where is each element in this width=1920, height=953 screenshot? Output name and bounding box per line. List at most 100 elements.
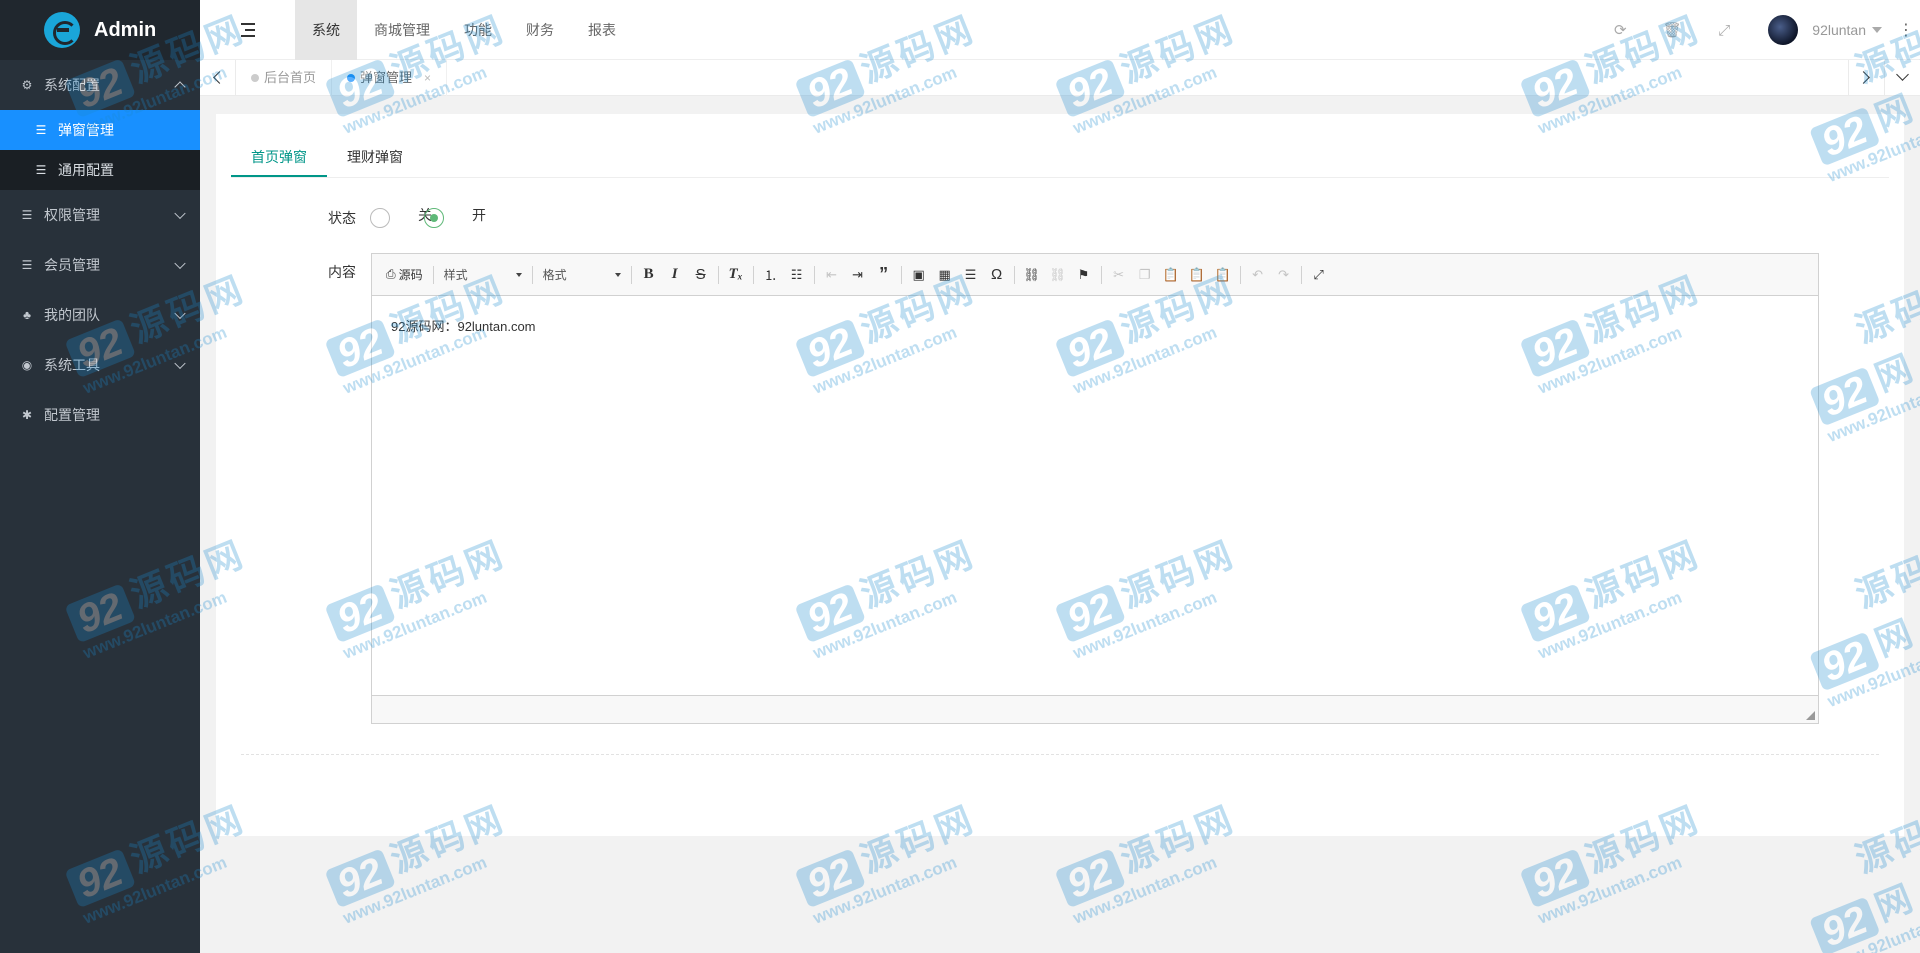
tab-dot-icon <box>347 74 356 82</box>
top-nav-reports[interactable]: 报表 <box>571 0 633 60</box>
tabs-menu-chevron-down-icon[interactable] <box>1884 60 1920 96</box>
rich-text-editor: ⎙ 源码 样式 格式 B I S Tₓ ⒈ ☷ ⇤ ⇥ ” ▣ ▦ ☰ Ω ⛓ ⛓… <box>371 253 1819 724</box>
sidebar: Admin ⚙ 系统配置 ☰ 弹窗管理 ☰ 通用配置 ☰ 权限管理 ☰ 会员管理… <box>0 0 200 953</box>
asterisk-icon: ✱ <box>21 408 33 422</box>
unlink-icon[interactable]: ⛓ <box>1045 262 1071 288</box>
paste-word-icon[interactable]: 📋 <box>1210 262 1236 288</box>
sidebar-item-config-management[interactable]: ✱ 配置管理 <box>0 390 200 440</box>
form-tabs: 首页弹窗 理财弹窗 <box>231 138 1889 178</box>
resize-handle-icon[interactable] <box>1806 711 1815 720</box>
sidebar-subitem-general-config[interactable]: ☰ 通用配置 <box>0 150 200 190</box>
sidebar-item-system-tools[interactable]: ◉ 系统工具 <box>0 340 200 390</box>
format-select[interactable]: 格式 <box>537 262 627 288</box>
trash-icon[interactable]: 🗑 <box>1646 21 1698 39</box>
cut-icon[interactable]: ✂ <box>1106 262 1132 288</box>
anchor-flag-icon[interactable]: ⚑ <box>1071 262 1097 288</box>
top-nav-shop[interactable]: 商城管理 <box>357 0 447 60</box>
editor-content-area[interactable]: 92源码网：92luntan.com <box>372 296 1818 696</box>
sitemap-icon: ♣ <box>23 308 31 322</box>
sidebar-item-my-team[interactable]: ♣ 我的团队 <box>0 290 200 340</box>
table-icon[interactable]: ▦ <box>932 262 958 288</box>
logo[interactable]: Admin <box>0 0 200 60</box>
content-label: 内容 <box>328 264 356 280</box>
top-header: 系统 商城管理 功能 财务 报表 ⟳ 🗑 ⤢ 92luntan ⋮ <box>200 0 1920 60</box>
sidebar-item-members[interactable]: ☰ 会员管理 <box>0 240 200 290</box>
sidebar-item-label: 系统工具 <box>44 357 100 373</box>
page-tab-home[interactable]: 后台首页 <box>236 60 333 96</box>
caret-down-icon <box>1872 27 1882 33</box>
divider <box>241 754 1879 755</box>
page-tab-label: 弹窗管理 <box>360 70 413 85</box>
menu-fold-icon[interactable] <box>238 20 258 40</box>
top-nav: 系统 商城管理 功能 财务 报表 <box>295 0 633 60</box>
radio-label: 开 <box>472 207 486 223</box>
copy-icon[interactable]: ❐ <box>1132 262 1158 288</box>
link-icon[interactable]: ⛓ <box>1019 262 1045 288</box>
top-nav-functions[interactable]: 功能 <box>447 0 509 60</box>
special-char-icon[interactable]: Ω <box>984 262 1010 288</box>
chevron-down-icon <box>174 207 186 220</box>
remove-format-icon[interactable]: Tₓ <box>723 262 749 288</box>
source-button[interactable]: ⎙ 源码 <box>380 262 429 288</box>
style-select[interactable]: 样式 <box>438 262 528 288</box>
avatar <box>1768 15 1799 45</box>
sidebar-subitem-label: 通用配置 <box>58 162 114 178</box>
more-vertical-icon[interactable]: ⋮ <box>1896 20 1916 40</box>
close-icon[interactable]: × <box>424 60 431 96</box>
chevron-up-icon <box>174 81 186 93</box>
list-icon: ☰ <box>35 163 47 177</box>
editor-paragraph[interactable]: 92源码网：92luntan.com <box>391 316 1799 335</box>
bulleted-list-icon[interactable]: ☷ <box>784 262 810 288</box>
sidebar-subitem-popup-management[interactable]: ☰ 弹窗管理 <box>0 110 200 150</box>
refresh-icon[interactable]: ⟳ <box>1594 21 1646 39</box>
style-label: 样式 <box>443 268 468 282</box>
source-icon: ⎙ <box>386 267 396 281</box>
sidebar-subitem-label: 弹窗管理 <box>58 122 114 138</box>
page-tab-popup[interactable]: 弹窗管理 × <box>332 60 448 96</box>
indent-icon[interactable]: ⇥ <box>845 262 871 288</box>
bold-icon[interactable]: B <box>636 262 662 288</box>
numbered-list-icon[interactable]: ⒈ <box>758 262 784 288</box>
dropdown-arrow-icon <box>614 272 621 277</box>
image-icon[interactable]: ▣ <box>906 262 932 288</box>
list-icon: ☰ <box>35 123 47 137</box>
sidebar-item-label: 系统配置 <box>44 77 100 93</box>
radio-circle <box>370 208 390 228</box>
user-menu[interactable]: 92luntan <box>1768 15 1882 45</box>
dropdown-arrow-icon <box>515 272 522 277</box>
tabs-scroll-right-icon[interactable] <box>1848 60 1884 96</box>
horizontal-rule-icon[interactable]: ☰ <box>958 262 984 288</box>
blockquote-icon[interactable]: ” <box>871 262 897 288</box>
page-tab-label: 后台首页 <box>264 70 317 85</box>
sidebar-item-label: 我的团队 <box>44 307 100 323</box>
paste-icon[interactable]: 📋 <box>1158 262 1184 288</box>
chevron-down-icon <box>174 257 186 270</box>
editor-status-bar <box>372 695 1818 723</box>
redo-icon[interactable]: ↷ <box>1271 262 1297 288</box>
status-radio-off[interactable]: 关 <box>370 207 432 228</box>
radio-circle <box>424 208 444 228</box>
undo-icon[interactable]: ↶ <box>1245 262 1271 288</box>
tabs-scroll-left-icon[interactable] <box>200 60 236 96</box>
fullscreen-icon[interactable]: ⤢ <box>1698 22 1750 39</box>
gears-icon: ⚙ <box>21 78 33 92</box>
status-radio-on[interactable]: 开 <box>424 207 486 228</box>
top-nav-system[interactable]: 系统 <box>295 0 357 60</box>
chevron-down-icon <box>174 357 186 370</box>
list-icon: ☰ <box>21 258 33 272</box>
italic-icon[interactable]: I <box>662 262 688 288</box>
maximize-icon[interactable]: ⤢ <box>1306 262 1332 288</box>
header-tools: ⟳ 🗑 ⤢ 92luntan ⋮ <box>1594 0 1920 60</box>
strikethrough-icon[interactable]: S <box>688 262 714 288</box>
outdent-icon[interactable]: ⇤ <box>819 262 845 288</box>
sidebar-item-system-config[interactable]: ⚙ 系统配置 <box>0 60 200 110</box>
source-label: 源码 <box>398 268 423 282</box>
tab-finance-popup[interactable]: 理财弹窗 <box>327 138 423 177</box>
paste-text-icon[interactable]: 📋 <box>1184 262 1210 288</box>
sidebar-item-label: 权限管理 <box>44 207 100 223</box>
sidebar-item-permissions[interactable]: ☰ 权限管理 <box>0 190 200 240</box>
tab-home-popup[interactable]: 首页弹窗 <box>231 138 327 177</box>
top-nav-finance[interactable]: 财务 <box>509 0 571 60</box>
list-icon: ☰ <box>21 208 33 222</box>
status-label: 状态 <box>328 210 356 226</box>
